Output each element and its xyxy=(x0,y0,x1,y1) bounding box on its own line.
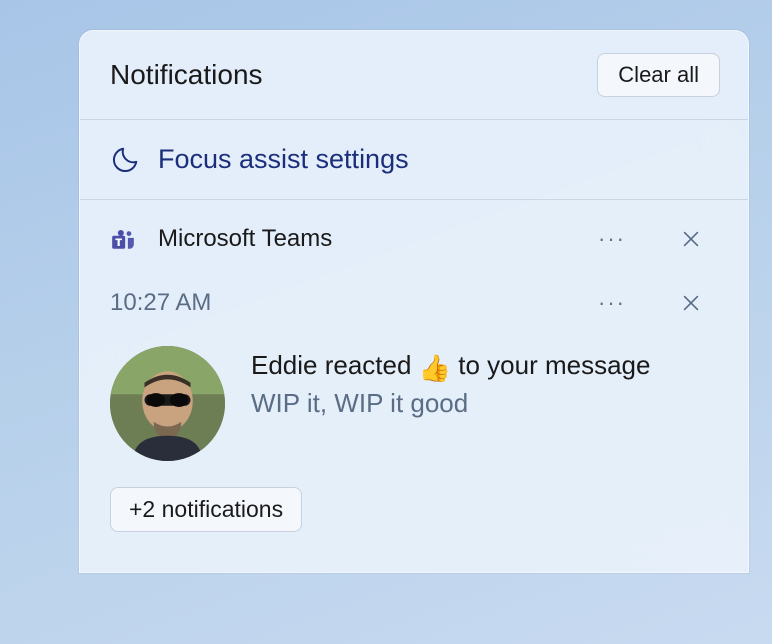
close-icon xyxy=(680,228,702,250)
more-notifications-button[interactable]: +2 notifications xyxy=(110,487,302,532)
focus-assist-label: Focus assist settings xyxy=(158,144,409,175)
more-notifications-row: +2 notifications xyxy=(80,461,748,532)
panel-title: Notifications xyxy=(110,59,263,91)
notification-meta-row: 10:27 AM ··· xyxy=(80,266,748,332)
notification-panel: Notifications Clear all Focus assist set… xyxy=(79,30,749,573)
notification-timestamp: 10:27 AM xyxy=(110,289,590,317)
clear-all-button[interactable]: Clear all xyxy=(597,53,720,97)
notification-text: Eddie reacted 👍 to your message WIP it, … xyxy=(251,346,718,461)
notification-app-row: Microsoft Teams ··· xyxy=(80,200,748,266)
notification-title: Eddie reacted 👍 to your message xyxy=(251,348,718,386)
close-icon xyxy=(680,292,702,314)
app-more-button[interactable]: ··· xyxy=(590,220,672,258)
app-close-button[interactable] xyxy=(672,220,718,258)
item-more-button[interactable]: ··· xyxy=(590,284,672,322)
ellipsis-icon: ··· xyxy=(598,292,626,314)
notification-body: WIP it, WIP it good xyxy=(251,388,718,419)
notification-content[interactable]: Eddie reacted 👍 to your message WIP it, … xyxy=(80,332,748,461)
notification-app-name: Microsoft Teams xyxy=(158,225,590,253)
avatar xyxy=(110,346,225,461)
notification-title-prefix: Eddie reacted xyxy=(251,350,419,380)
notification-title-suffix: to your message xyxy=(451,350,650,380)
focus-assist-row[interactable]: Focus assist settings xyxy=(80,120,748,200)
panel-header: Notifications Clear all xyxy=(80,31,748,120)
item-close-button[interactable] xyxy=(672,284,718,322)
thumbs-up-icon: 👍 xyxy=(419,351,451,386)
moon-icon xyxy=(110,145,140,175)
ellipsis-icon: ··· xyxy=(598,228,626,250)
teams-icon xyxy=(110,226,136,252)
